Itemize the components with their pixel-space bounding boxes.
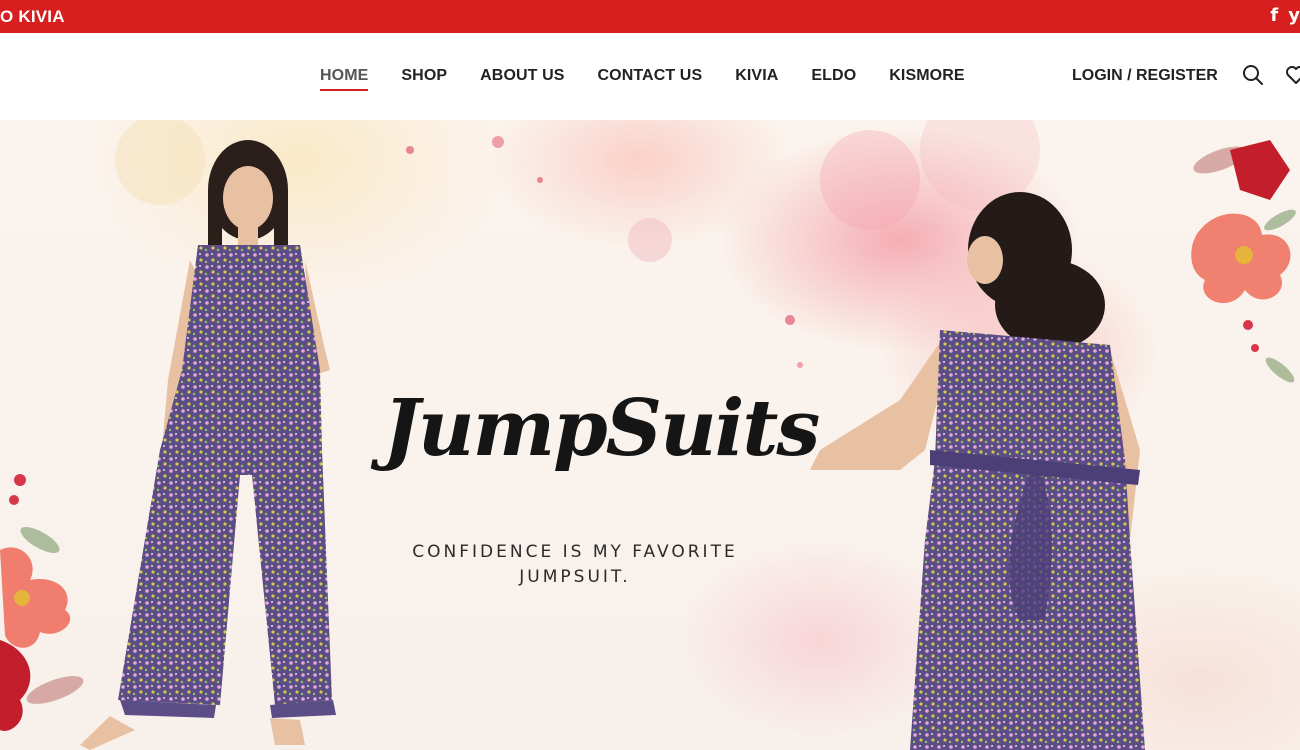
top-promo-bar: O KIVIA f y — [0, 0, 1300, 33]
heart-icon[interactable] — [1284, 63, 1300, 87]
nav-kismore[interactable]: KISMORE — [889, 67, 964, 85]
nav-about-us[interactable]: ABOUT US — [480, 67, 564, 85]
nav-shop[interactable]: SHOP — [401, 67, 447, 85]
social-links: f y — [1270, 6, 1300, 26]
nav-contact-us[interactable]: CONTACT US — [598, 67, 703, 85]
right-model-figure — [810, 192, 1145, 750]
promo-text: O KIVIA — [0, 7, 65, 26]
hero-subtitle-line2: JUMPSUIT. — [519, 567, 631, 587]
hero-subtitle: CONFIDENCE IS MY FAVORITE JUMPSUIT. — [380, 540, 770, 590]
right-flowers-decoration — [1191, 140, 1296, 383]
twitter-icon[interactable]: y — [1288, 6, 1300, 26]
search-icon[interactable] — [1241, 63, 1265, 87]
hero-title: JumpSuits — [383, 383, 820, 474]
left-model-figure — [80, 140, 336, 750]
hero-subtitle-line1: CONFIDENCE IS MY FAVORITE — [412, 542, 738, 562]
login-register-link[interactable]: LOGIN / REGISTER — [1072, 67, 1218, 85]
main-nav: HOME SHOP ABOUT US CONTACT US KIVIA ELDO… — [320, 67, 998, 91]
hero-banner[interactable]: JumpSuits CONFIDENCE IS MY FAVORITE JUMP… — [0, 120, 1300, 750]
facebook-icon[interactable]: f — [1270, 6, 1278, 26]
left-flowers-decoration — [0, 474, 84, 731]
nav-home[interactable]: HOME — [320, 67, 369, 91]
nav-kivia[interactable]: KIVIA — [735, 67, 778, 85]
site-header: HOME SHOP ABOUT US CONTACT US KIVIA ELDO… — [0, 33, 1300, 120]
nav-eldo[interactable]: ELDO — [811, 67, 856, 85]
